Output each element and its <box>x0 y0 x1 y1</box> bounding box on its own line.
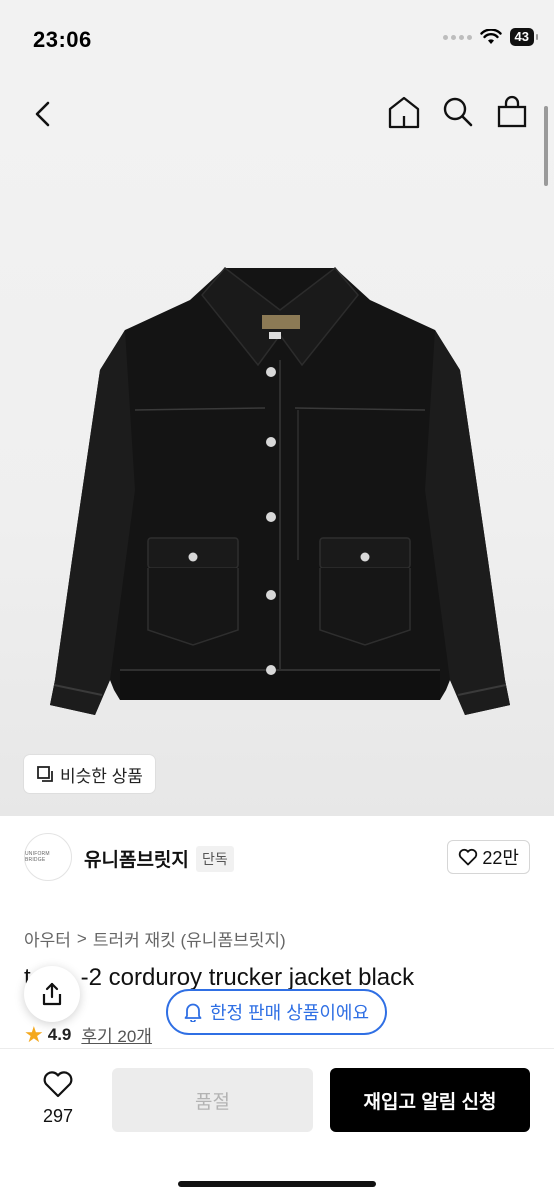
limited-sale-label: 한정 판매 상품이에요 <box>210 1003 370 1023</box>
bell-icon <box>184 1003 202 1022</box>
back-button[interactable] <box>26 96 62 132</box>
brand-like-button[interactable]: 22만 <box>447 840 530 874</box>
rating-row: ★ 4.9 후기 20개 <box>24 1022 152 1047</box>
reviews-link[interactable]: 후기 20개 <box>81 1022 152 1047</box>
home-button[interactable] <box>386 94 422 130</box>
home-icon <box>388 96 420 129</box>
status-time: 23:06 <box>33 27 92 52</box>
search-icon <box>443 97 473 127</box>
heart-icon <box>43 1071 73 1098</box>
battery-indicator: 43 <box>509 28 539 46</box>
breadcrumb-category[interactable]: 아우터 <box>24 926 71 951</box>
home-indicator <box>178 1181 376 1187</box>
exclusive-badge: 단독 <box>196 846 234 872</box>
product-image-area[interactable]: 비슷한 상품 <box>0 80 554 816</box>
wifi-icon <box>479 29 502 44</box>
breadcrumb: 아우터 > 트러커 재킷 (유니폼브릿지) <box>24 926 286 951</box>
seller-row: UNIFORM BRIDGE 유니폼브릿지 단독 22만 <box>0 830 554 886</box>
rating-score: 4.9 <box>47 1024 72 1044</box>
chevron-left-icon <box>35 101 50 127</box>
similar-products-label: 비슷한 상품 <box>60 766 143 786</box>
scroll-indicator <box>544 106 548 186</box>
soldout-button: 품절 <box>112 1068 313 1132</box>
seller-logo[interactable]: UNIFORM BRIDGE <box>24 833 72 881</box>
product-title: t -2 corduroy trucker jacket black <box>24 964 414 992</box>
bottom-action-bar: 297 품절 재입고 알림 신청 <box>0 1048 554 1200</box>
top-nav-icons <box>386 94 530 130</box>
heart-icon <box>459 848 478 866</box>
product-title-text: -2 corduroy trucker jacket black <box>80 964 415 991</box>
share-icon <box>42 982 62 1006</box>
seller-name[interactable]: 유니폼브릿지 <box>84 845 189 872</box>
similar-products-button[interactable]: 비슷한 상품 <box>24 755 155 793</box>
brand-like-count: 22만 <box>482 848 519 868</box>
status-bar: 23:06 43 <box>0 0 554 80</box>
seller-logo-text: UNIFORM BRIDGE <box>25 851 50 863</box>
copy-icon <box>37 766 53 782</box>
breadcrumb-subcategory[interactable]: 트러커 재킷 (유니폼브릿지) <box>93 926 286 951</box>
star-icon: ★ <box>24 1021 44 1047</box>
shopping-bag-icon <box>497 95 527 128</box>
share-button[interactable] <box>24 966 80 1022</box>
breadcrumb-separator: > <box>76 928 87 948</box>
wishlist-button[interactable]: 297 <box>26 1069 90 1127</box>
jacket-image <box>50 266 510 715</box>
status-icons: 43 <box>442 28 539 46</box>
cart-button[interactable] <box>494 94 530 130</box>
search-button[interactable] <box>440 94 476 130</box>
signal-icon <box>442 34 472 40</box>
wishlist-count: 297 <box>42 1106 74 1126</box>
restock-alert-button[interactable]: 재입고 알림 신청 <box>330 1068 530 1132</box>
limited-sale-notice[interactable]: 한정 판매 상품이에요 <box>166 989 388 1035</box>
